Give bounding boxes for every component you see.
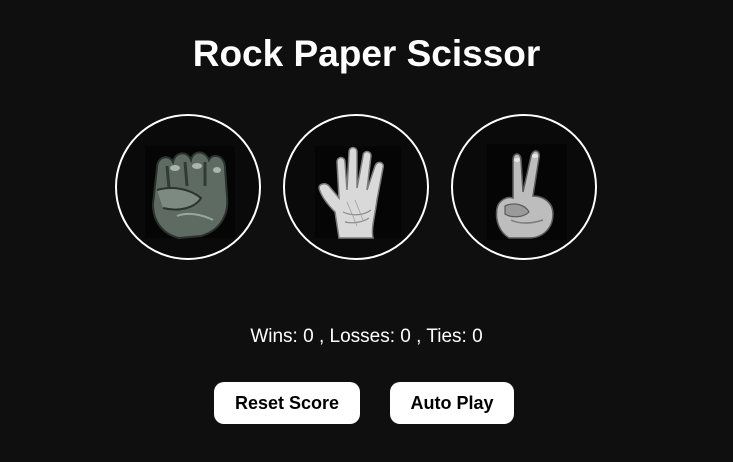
reset-score-button[interactable]: Reset Score: [214, 382, 360, 424]
paper-button[interactable]: [283, 114, 429, 260]
auto-play-button[interactable]: Auto Play: [390, 382, 514, 424]
scissors-button[interactable]: [451, 114, 597, 260]
game-title: Rock Paper Scissor: [192, 33, 541, 74]
rock-button[interactable]: [115, 114, 261, 260]
move-buttons: [115, 114, 601, 264]
paper-open-hand-icon: [315, 146, 401, 239]
score-display: Wins: 0 , Losses: 0 , Ties: 0: [250, 326, 483, 347]
scissors-two-fingers-icon: [487, 144, 567, 240]
rock-fist-icon: [145, 146, 235, 240]
